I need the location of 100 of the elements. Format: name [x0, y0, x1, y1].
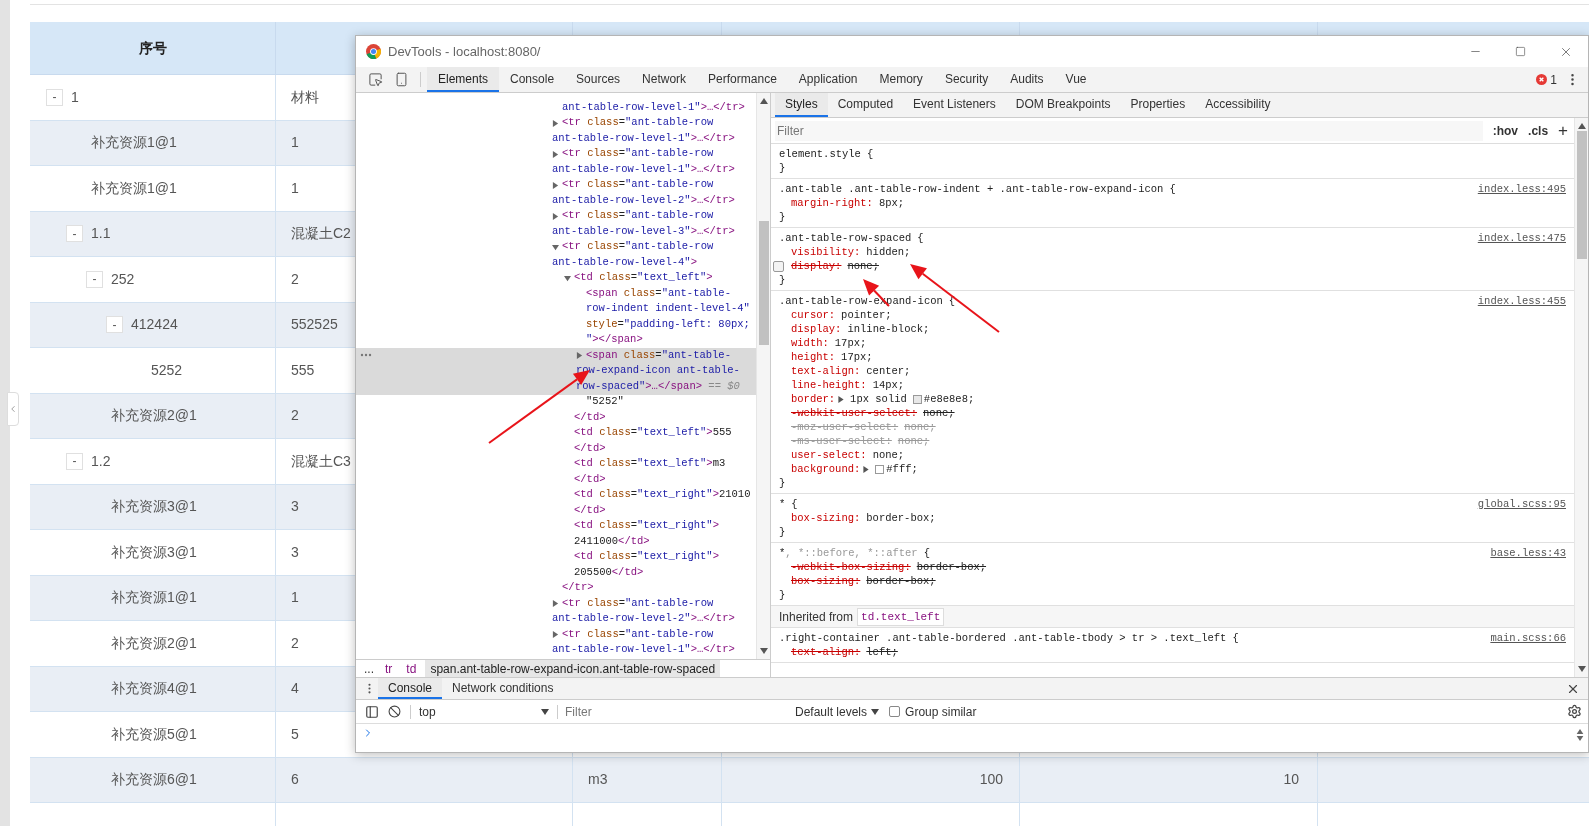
- breadcrumb-item[interactable]: tr: [380, 660, 398, 677]
- dom-line[interactable]: </td>: [356, 472, 756, 488]
- dom-line[interactable]: </td>: [356, 503, 756, 519]
- sidebar-tab[interactable]: Computed: [827, 93, 904, 117]
- breadcrumb-item[interactable]: span.ant-table-row-expand-icon.ant-table-row-spaced: [425, 660, 721, 677]
- property-value[interactable]: border-box;: [866, 574, 936, 588]
- property-value[interactable]: #e8e8e8;: [923, 392, 975, 406]
- source-link[interactable]: base.less:43: [1490, 546, 1566, 560]
- scrollbar[interactable]: [756, 93, 770, 659]
- property-name[interactable]: visibility:: [791, 245, 861, 259]
- panel-tab[interactable]: Application: [787, 67, 869, 92]
- css-selector[interactable]: element.style: [779, 147, 861, 161]
- new-rule-button[interactable]: +: [1558, 122, 1568, 139]
- dom-line[interactable]: <tr class="ant-table-row: [356, 239, 756, 255]
- dom-line[interactable]: <tr class="ant-table-row: [356, 596, 756, 612]
- source-link[interactable]: index.less:475: [1477, 231, 1566, 245]
- dom-line[interactable]: ant-table-row-level-1">…</tr>: [356, 642, 756, 658]
- source-link[interactable]: main.scss:66: [1490, 631, 1566, 645]
- dom-line[interactable]: </td>: [356, 410, 756, 426]
- dom-line[interactable]: ant-table-row-level-1">…</tr>: [356, 162, 756, 178]
- property-name[interactable]: background:: [791, 462, 861, 476]
- column-header[interactable]: 序号: [138, 37, 167, 59]
- scroll-up-icon[interactable]: [1576, 729, 1584, 734]
- context-select[interactable]: top: [415, 702, 553, 721]
- sidebar-tab[interactable]: Properties: [1120, 93, 1196, 117]
- dom-line[interactable]: <td class="text_left">555: [356, 425, 756, 441]
- source-link[interactable]: global.scss:95: [1477, 497, 1566, 511]
- expand-toggle[interactable]: -: [46, 88, 63, 106]
- dom-line[interactable]: <span class="ant-table-: [356, 286, 756, 302]
- dom-line[interactable]: ant-table-row-level-1">…</tr>: [356, 100, 756, 116]
- expand-toggle[interactable]: -: [66, 452, 83, 470]
- dom-line[interactable]: <tr class="ant-table-row: [356, 146, 756, 162]
- caret-right-icon[interactable]: [552, 631, 559, 639]
- property-value[interactable]: 1px solid: [850, 392, 907, 406]
- dom-line[interactable]: <td class="text_right">: [356, 518, 756, 534]
- dom-line[interactable]: 205500</td>: [356, 565, 756, 581]
- drawer-tab[interactable]: Network conditions: [442, 678, 564, 699]
- dom-line[interactable]: <td class="text_left">m3: [356, 456, 756, 472]
- caret-right-icon[interactable]: [552, 150, 559, 158]
- source-link[interactable]: index.less:495: [1477, 182, 1566, 196]
- scroll-up-icon[interactable]: [759, 98, 768, 104]
- property-value[interactable]: border-box;: [866, 511, 936, 525]
- panel-tab[interactable]: Sources: [565, 67, 632, 92]
- caret-down-icon[interactable]: [552, 243, 559, 251]
- caret-right-icon[interactable]: [552, 119, 559, 127]
- css-selector[interactable]: .ant-table-row-spaced: [779, 231, 912, 245]
- dom-line[interactable]: "></span>: [356, 332, 756, 348]
- scroll-down-icon[interactable]: [1576, 736, 1584, 741]
- dom-line[interactable]: style="padding-left: 80px;: [356, 317, 756, 333]
- panel-tab[interactable]: Elements: [427, 67, 500, 92]
- sidebar-tab[interactable]: Event Listeners: [903, 93, 1006, 117]
- dom-line[interactable]: <td class="text_right">: [356, 549, 756, 565]
- caret-right-icon[interactable]: [838, 395, 845, 403]
- expand-toggle[interactable]: -: [86, 270, 103, 288]
- property-name[interactable]: border:: [791, 392, 836, 406]
- dom-line[interactable]: <td class="text_right">21010: [356, 487, 756, 503]
- settings-button[interactable]: [1567, 704, 1582, 719]
- property-value[interactable]: border-box;: [916, 560, 987, 574]
- panel-tab[interactable]: Performance: [697, 67, 788, 92]
- property-value[interactable]: center;: [866, 364, 911, 378]
- caret-down-icon[interactable]: [564, 274, 571, 282]
- scrollbar-thumb[interactable]: [758, 221, 769, 345]
- dom-line[interactable]: <tr class="ant-table-row: [356, 208, 756, 224]
- dom-line[interactable]: ant-table-row-level-2">…</tr>: [356, 193, 756, 209]
- scrollbar-thumb[interactable]: [1576, 131, 1587, 259]
- dom-line[interactable]: <td class="text_left">: [356, 270, 756, 286]
- sidebar-tab[interactable]: DOM Breakpoints: [1005, 93, 1121, 117]
- dom-line[interactable]: </tr>: [356, 580, 756, 596]
- sidebar-tab[interactable]: Accessibility: [1195, 93, 1281, 117]
- dom-line[interactable]: 2411000</td>: [356, 534, 756, 550]
- dom-line[interactable]: <tr class="ant-table-row: [356, 115, 756, 131]
- hover-state-button[interactable]: :hov: [1492, 121, 1519, 140]
- property-name[interactable]: text-align:: [791, 645, 861, 659]
- caret-right-icon[interactable]: [552, 181, 559, 189]
- property-value[interactable]: left;: [866, 645, 898, 659]
- dom-line[interactable]: ant-table-row-level-4">: [356, 255, 756, 271]
- dom-line[interactable]: ant-table-row-level-3">…</tr>: [356, 224, 756, 240]
- breadcrumb-overflow[interactable]: ...: [362, 659, 376, 678]
- property-name[interactable]: margin-right:: [791, 196, 873, 210]
- css-selector[interactable]: *: [779, 546, 786, 560]
- property-name[interactable]: -webkit-user-select:: [791, 406, 918, 420]
- property-value[interactable]: none;: [923, 406, 955, 420]
- caret-right-icon[interactable]: [576, 352, 583, 360]
- property-name[interactable]: user-select:: [791, 448, 867, 462]
- property-name[interactable]: box-sizing:: [791, 511, 861, 525]
- caret-right-icon[interactable]: [552, 600, 559, 608]
- sidebar-tab[interactable]: Styles: [775, 93, 828, 117]
- checkbox[interactable]: [773, 260, 784, 272]
- dom-line[interactable]: <tr class="ant-table-row: [356, 627, 756, 643]
- property-name[interactable]: line-height:: [791, 378, 867, 392]
- scrollbar[interactable]: [1574, 118, 1588, 677]
- ellipsis-icon[interactable]: [360, 353, 372, 357]
- property-name[interactable]: display:: [791, 259, 842, 273]
- dom-line[interactable]: ant-table-row-level-1">…</tr>: [356, 131, 756, 147]
- property-value[interactable]: hidden;: [866, 245, 911, 259]
- panel-tab[interactable]: Audits: [999, 67, 1055, 92]
- scroll-up-icon[interactable]: [1577, 123, 1586, 129]
- drawer-tab[interactable]: Console: [378, 678, 443, 699]
- property-name[interactable]: width:: [791, 336, 829, 350]
- inherited-node-link[interactable]: td.text_left: [857, 607, 945, 626]
